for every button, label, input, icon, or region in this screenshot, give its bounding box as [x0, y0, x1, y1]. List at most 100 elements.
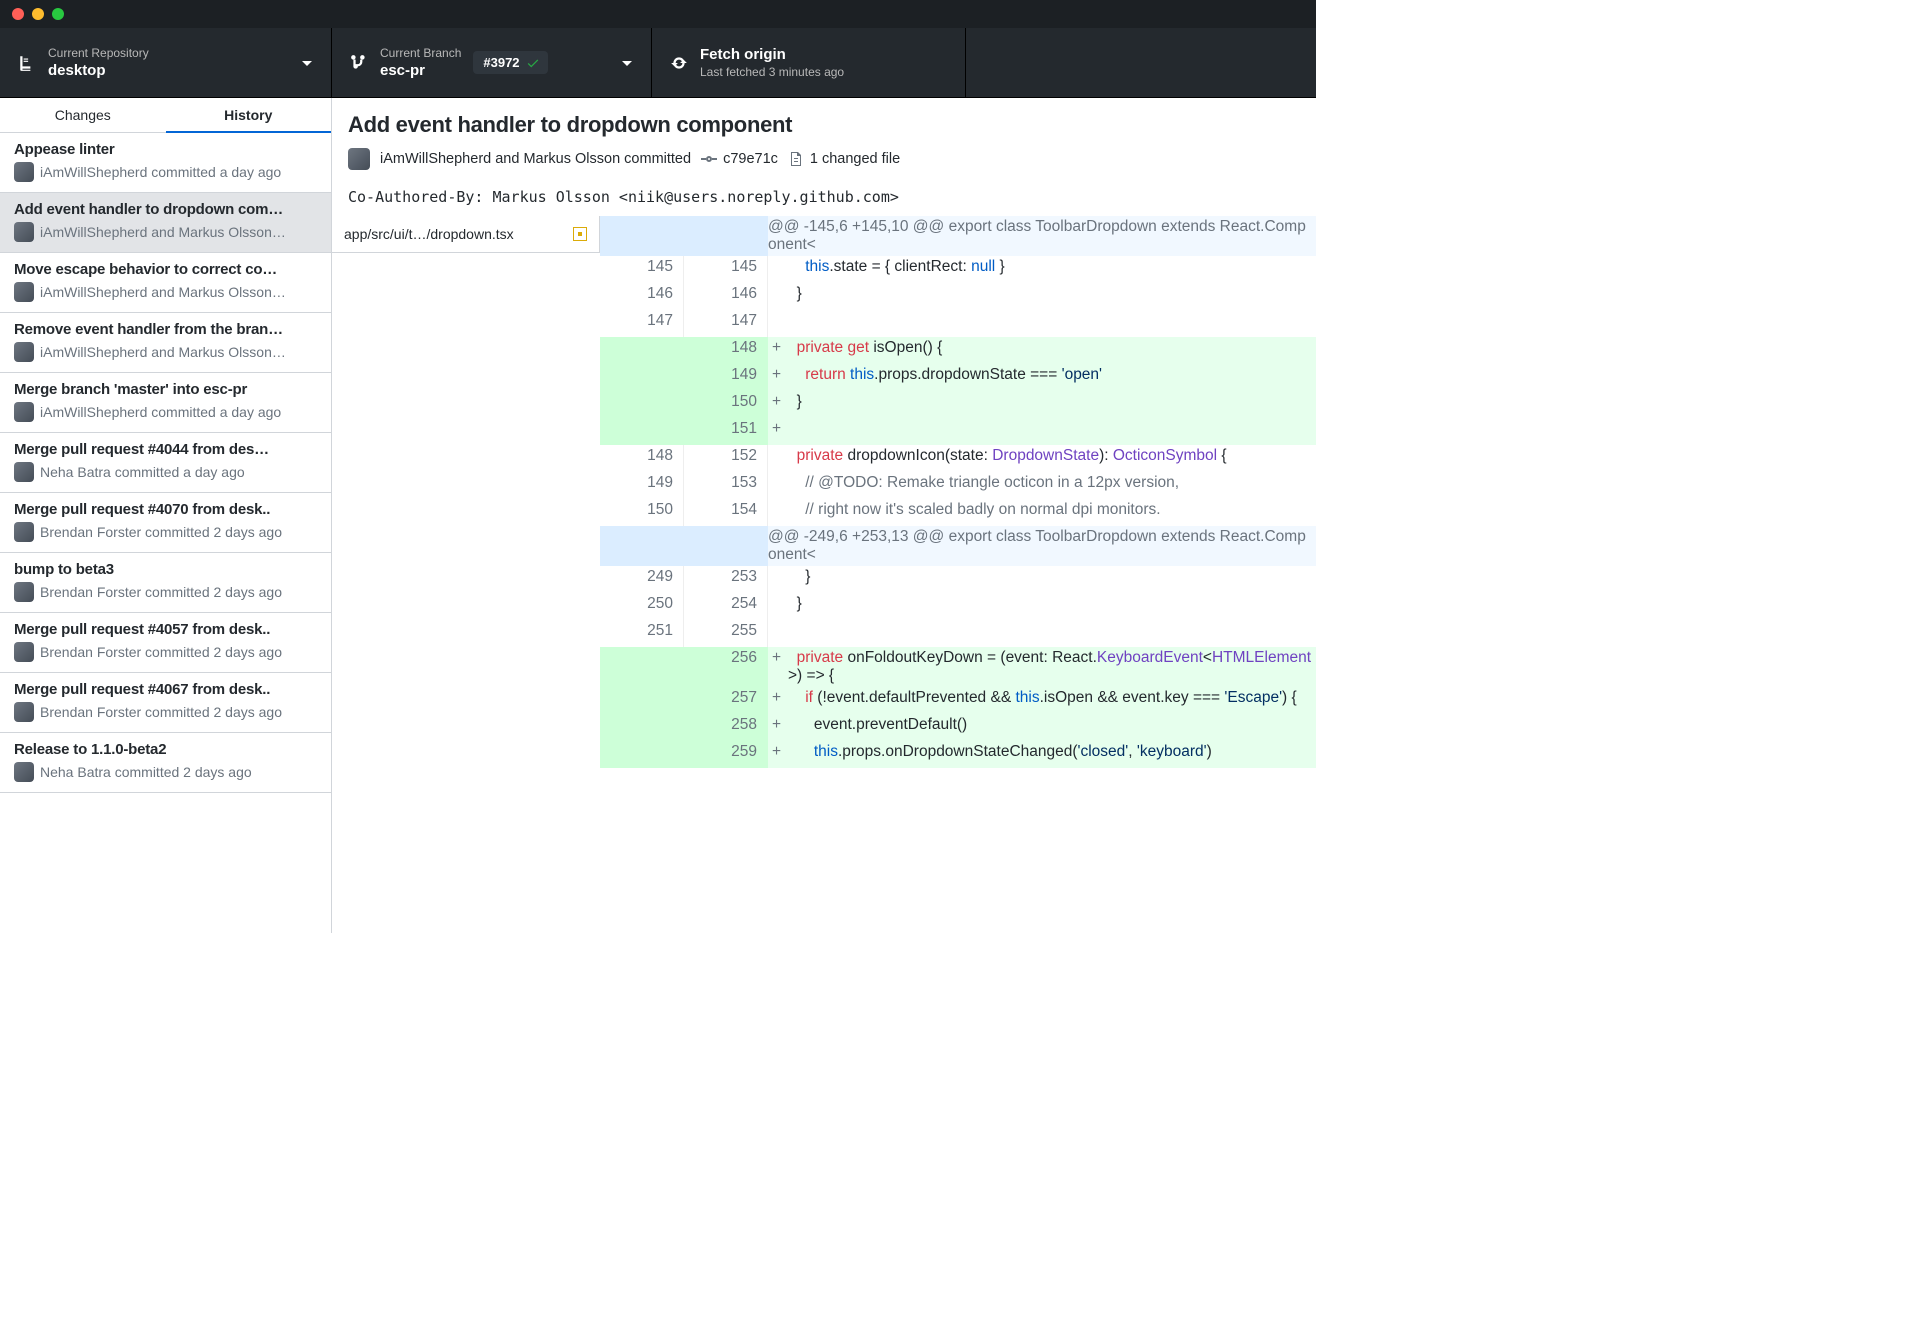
commit-item-title: Merge pull request #4057 from desk..: [14, 621, 317, 638]
commit-item[interactable]: bump to beta3 Brendan Forster committed …: [0, 553, 331, 613]
commit-item-meta: Brendan Forster committed 2 days ago: [40, 524, 282, 540]
window-close-button[interactable]: [12, 8, 24, 20]
fetch-button[interactable]: Fetch origin Last fetched 3 minutes ago: [652, 28, 966, 97]
commit-item[interactable]: Appease linter iAmWillShepherd committed…: [0, 133, 331, 193]
titlebar: [0, 0, 1316, 28]
commit-item-meta: Brendan Forster committed 2 days ago: [40, 704, 282, 720]
diff-line: 145145 this.state = { clientRect: null }: [600, 256, 1316, 283]
branch-value: esc-pr: [380, 62, 461, 79]
commit-item-meta: iAmWillShepherd and Markus Olsson…: [40, 224, 286, 240]
commit-item-title: bump to beta3: [14, 561, 317, 578]
commit-item-meta: Brendan Forster committed 2 days ago: [40, 584, 282, 600]
commit-item[interactable]: Merge pull request #4070 from desk.. Bre…: [0, 493, 331, 553]
branch-label: Current Branch: [380, 46, 461, 60]
commit-item-meta: iAmWillShepherd committed a day ago: [40, 164, 281, 180]
commit-item-title: Merge branch 'master' into esc-pr: [14, 381, 317, 398]
avatar: [14, 642, 34, 662]
repo-label: Current Repository: [48, 46, 149, 60]
modified-icon: [573, 227, 587, 241]
repo-value: desktop: [48, 62, 149, 79]
commit-item-meta: iAmWillShepherd committed a day ago: [40, 404, 281, 420]
commit-item-title: Merge pull request #4070 from desk..: [14, 501, 317, 518]
check-icon: [526, 56, 540, 70]
commit-title: Add event handler to dropdown component: [348, 112, 1300, 138]
avatar: [14, 342, 34, 362]
commit-item-title: Release to 1.1.0-beta2: [14, 741, 317, 758]
window-minimize-button[interactable]: [32, 8, 44, 20]
commit-item[interactable]: Merge pull request #4067 from desk.. Bre…: [0, 673, 331, 733]
diff-line: 149+ return this.props.dropdownState ===…: [600, 364, 1316, 391]
diff-line: 149153 // @TODO: Remake triangle octicon…: [600, 472, 1316, 499]
diff-line: 249253 }: [600, 566, 1316, 593]
chevron-down-icon: [301, 57, 313, 69]
commit-item-title: Move escape behavior to correct co…: [14, 261, 317, 278]
avatar: [14, 282, 34, 302]
pr-number: #3972: [483, 55, 519, 70]
file-tab[interactable]: app/src/ui/t…/dropdown.tsx: [332, 216, 600, 253]
toolbar: Current Repository desktop Current Branc…: [0, 28, 1316, 98]
chevron-down-icon: [621, 57, 633, 69]
commit-body: Co-Authored-By: Markus Olsson <niik@user…: [332, 178, 1316, 216]
branch-dropdown[interactable]: Current Branch esc-pr #3972: [332, 28, 652, 97]
avatar: [14, 162, 34, 182]
diff-line: 251255: [600, 620, 1316, 647]
repo-icon: [18, 54, 36, 72]
repo-dropdown[interactable]: Current Repository desktop: [0, 28, 332, 97]
commit-icon: [701, 151, 717, 167]
diff-line: 148152 private dropdownIcon(state: Dropd…: [600, 445, 1316, 472]
commit-item[interactable]: Release to 1.1.0-beta2 Neha Batra commit…: [0, 733, 331, 793]
commit-item-meta: iAmWillShepherd and Markus Olsson…: [40, 344, 286, 360]
diff-line: 147147: [600, 310, 1316, 337]
diff-line: 258+ event.preventDefault(): [600, 714, 1316, 741]
diff-line: 151+: [600, 418, 1316, 445]
commit-item-meta: iAmWillShepherd and Markus Olsson…: [40, 284, 286, 300]
commit-item[interactable]: Merge pull request #4044 from des… Neha …: [0, 433, 331, 493]
tab-history[interactable]: History: [166, 98, 332, 133]
pr-badge: #3972: [473, 51, 547, 74]
commit-item-meta: Neha Batra committed a day ago: [40, 464, 245, 480]
commit-list[interactable]: Appease linter iAmWillShepherd committed…: [0, 133, 331, 933]
commit-authors: iAmWillShepherd and Markus Olsson commit…: [380, 151, 691, 167]
sidebar: Changes History Appease linter iAmWillSh…: [0, 98, 332, 933]
fetch-sub: Last fetched 3 minutes ago: [700, 65, 844, 79]
avatar: [14, 762, 34, 782]
commit-item-title: Add event handler to dropdown com…: [14, 201, 317, 218]
commit-item[interactable]: Merge branch 'master' into esc-pr iAmWil…: [0, 373, 331, 433]
commit-item-title: Remove event handler from the bran…: [14, 321, 317, 338]
sidebar-tabs: Changes History: [0, 98, 331, 133]
avatar: [14, 522, 34, 542]
avatar: [14, 402, 34, 422]
avatar: [14, 582, 34, 602]
avatar: [348, 148, 370, 170]
diff-icon: [788, 151, 804, 167]
diff-line: 150154 // right now it's scaled badly on…: [600, 499, 1316, 526]
commit-item-title: Merge pull request #4044 from des…: [14, 441, 317, 458]
fetch-label: Fetch origin: [700, 46, 844, 63]
window-maximize-button[interactable]: [52, 8, 64, 20]
diff-line: @@ -249,6 +253,13 @@ export class Toolba…: [600, 526, 1316, 566]
avatar: [14, 222, 34, 242]
diff-view[interactable]: @@ -145,6 +145,10 @@ export class Toolba…: [600, 216, 1316, 933]
files-changed: 1 changed file: [810, 151, 900, 167]
commit-item-title: Appease linter: [14, 141, 317, 158]
diff-line: 259+ this.props.onDropdownStateChanged('…: [600, 741, 1316, 768]
sync-icon: [670, 54, 688, 72]
diff-line: 150+ }: [600, 391, 1316, 418]
commit-item-title: Merge pull request #4067 from desk..: [14, 681, 317, 698]
commit-item-meta: Brendan Forster committed 2 days ago: [40, 644, 282, 660]
tab-changes[interactable]: Changes: [0, 98, 166, 133]
diff-line: 148+ private get isOpen() {: [600, 337, 1316, 364]
commit-detail: Add event handler to dropdown component …: [332, 98, 1316, 933]
diff-line: 146146 }: [600, 283, 1316, 310]
commit-item[interactable]: Add event handler to dropdown com… iAmWi…: [0, 193, 331, 253]
avatar: [14, 462, 34, 482]
diff-line: 250254 }: [600, 593, 1316, 620]
diff-line: 257+ if (!event.defaultPrevented && this…: [600, 687, 1316, 714]
file-path: app/src/ui/t…/dropdown.tsx: [344, 226, 514, 242]
commit-item[interactable]: Move escape behavior to correct co… iAmW…: [0, 253, 331, 313]
diff-line: @@ -145,6 +145,10 @@ export class Toolba…: [600, 216, 1316, 256]
commit-item[interactable]: Merge pull request #4057 from desk.. Bre…: [0, 613, 331, 673]
commit-item[interactable]: Remove event handler from the bran… iAmW…: [0, 313, 331, 373]
commit-sha: c79e71c: [723, 151, 778, 167]
diff-line: 256+ private onFoldoutKeyDown = (event: …: [600, 647, 1316, 687]
